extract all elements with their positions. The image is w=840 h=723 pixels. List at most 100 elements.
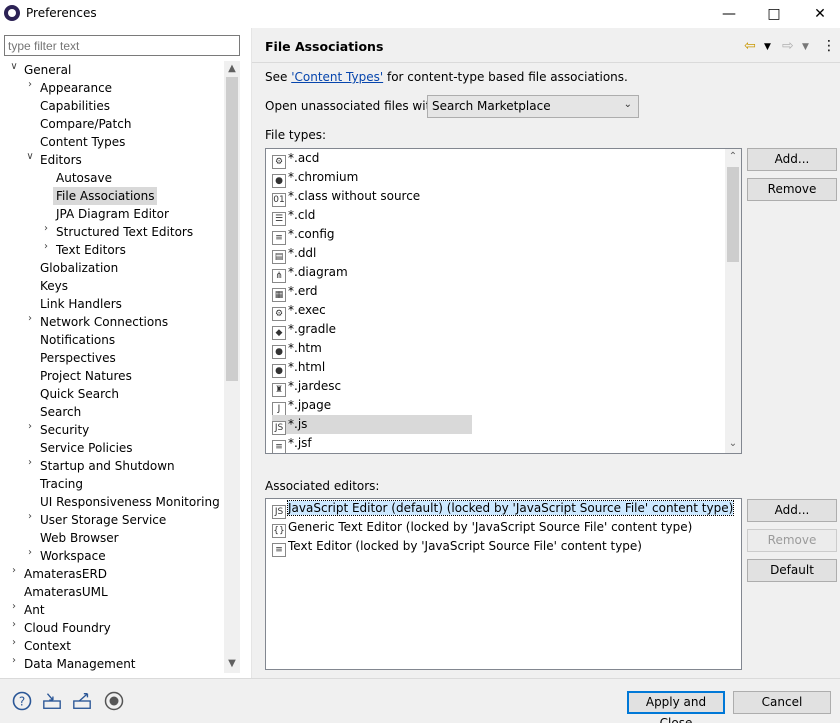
tree-item-context[interactable]: Context: [24, 637, 71, 655]
tree-item-data-management[interactable]: Data Management: [24, 655, 136, 673]
expand-chevron-icon[interactable]: ›: [24, 547, 36, 565]
tree-item-amateraserd[interactable]: AmaterasERD: [24, 565, 107, 583]
back-dropdown-icon[interactable]: ▼: [764, 42, 771, 52]
associated-editor-row[interactable]: JS JavaScript Editor (default) (locked by…: [272, 499, 735, 519]
file-types-scrollbar[interactable]: ⌃ ⌄: [725, 149, 741, 453]
scroll-up-icon[interactable]: ▲: [225, 62, 239, 76]
tree-item-autosave[interactable]: Autosave: [56, 169, 112, 187]
minimize-button[interactable]: —: [706, 0, 752, 28]
tree-item-general[interactable]: General: [24, 61, 71, 79]
filter-input[interactable]: [4, 35, 240, 56]
associated-editor-row[interactable]: ≡ Text Editor (locked by 'JavaScript Sour…: [272, 537, 642, 557]
expand-chevron-icon[interactable]: ›: [8, 565, 20, 583]
associated-editors-list[interactable]: JS JavaScript Editor (default) (locked by…: [265, 498, 742, 670]
tree-item-web-browser[interactable]: Web Browser: [40, 529, 119, 547]
file-type-row[interactable]: 01 *.class without source: [272, 187, 420, 207]
expand-chevron-icon[interactable]: ›: [40, 241, 52, 259]
file-type-row[interactable]: ● *.chromium: [272, 168, 358, 188]
scroll-down-icon[interactable]: ⌄: [726, 437, 740, 451]
add-editor-button[interactable]: Add...: [747, 499, 837, 522]
tree-scrollbar-thumb[interactable]: [226, 77, 238, 381]
file-type-row[interactable]: ♜ *.jardesc: [272, 377, 341, 397]
tree-item-user-storage-service[interactable]: User Storage Service: [40, 511, 166, 529]
file-type-row[interactable]: ⋔ *.diagram: [272, 263, 348, 283]
file-type-row[interactable]: ≡ *.config: [272, 225, 335, 245]
open-unassociated-select[interactable]: Search Marketplace ⌄: [427, 95, 639, 118]
close-button[interactable]: ✕: [797, 0, 840, 28]
tree-item-service-policies[interactable]: Service Policies: [40, 439, 133, 457]
file-type-row[interactable]: ⚙ *.acd: [272, 149, 319, 169]
tree-item-project-natures[interactable]: Project Natures: [40, 367, 132, 385]
tree-item-security[interactable]: Security: [40, 421, 89, 439]
tree-scrollbar[interactable]: ▲ ▼: [224, 61, 240, 673]
collapse-chevron-icon[interactable]: ∨: [24, 151, 36, 169]
file-type-row[interactable]: ☰ *.cld: [272, 206, 315, 226]
file-types-scrollbar-thumb[interactable]: [727, 167, 739, 262]
tree-item-perspectives[interactable]: Perspectives: [40, 349, 116, 367]
file-type-row[interactable]: ● *.html: [272, 358, 325, 378]
tree-item-workspace[interactable]: Workspace: [40, 547, 106, 565]
tree-item-quick-search[interactable]: Quick Search: [40, 385, 119, 403]
file-type-row[interactable]: ▤ *.ddl: [272, 244, 316, 264]
file-type-row[interactable]: ◆ *.gradle: [272, 320, 336, 340]
expand-chevron-icon[interactable]: ›: [24, 421, 36, 439]
forward-dropdown-icon[interactable]: ▼: [802, 42, 809, 52]
tree-item-appearance[interactable]: Appearance: [40, 79, 112, 97]
tree-item-tracing[interactable]: Tracing: [40, 475, 83, 493]
expand-chevron-icon[interactable]: ›: [24, 457, 36, 475]
help-icon[interactable]: ?: [12, 691, 32, 711]
expand-chevron-icon[interactable]: ›: [8, 601, 20, 619]
tree-item-structured-text-editors[interactable]: Structured Text Editors: [56, 223, 193, 241]
scroll-up-icon[interactable]: ⌃: [726, 150, 740, 164]
expand-chevron-icon[interactable]: ›: [24, 79, 36, 97]
tree-item-link-handlers[interactable]: Link Handlers: [40, 295, 122, 313]
file-type-row[interactable]: ▦ *.erd: [272, 282, 318, 302]
tree-item-editors[interactable]: Editors: [40, 151, 82, 169]
tree-item-ui-responsiveness-monitoring[interactable]: UI Responsiveness Monitoring: [40, 493, 220, 511]
apply-and-close-button[interactable]: Apply and Close: [627, 691, 725, 723]
tree-item-ant[interactable]: Ant: [24, 601, 45, 619]
export-icon[interactable]: [72, 691, 92, 711]
cancel-button[interactable]: Cancel: [733, 691, 831, 714]
expand-chevron-icon[interactable]: ›: [8, 619, 20, 637]
tree-item-globalization[interactable]: Globalization: [40, 259, 118, 277]
tree-item-notifications[interactable]: Notifications: [40, 331, 115, 349]
tree-item-capabilities[interactable]: Capabilities: [40, 97, 110, 115]
tree-item-search[interactable]: Search: [40, 403, 81, 421]
forward-arrow-icon[interactable]: ⇨: [782, 38, 794, 54]
expand-chevron-icon[interactable]: ›: [8, 637, 20, 655]
expand-chevron-icon[interactable]: ›: [8, 655, 20, 673]
tree-item-keys[interactable]: Keys: [40, 277, 68, 295]
default-editor-button[interactable]: Default: [747, 559, 837, 582]
maximize-button[interactable]: □: [751, 0, 797, 28]
file-type-row[interactable]: JS *.js: [272, 415, 472, 435]
expand-chevron-icon[interactable]: ›: [40, 223, 52, 241]
tree-item-amaterasuml[interactable]: AmaterasUML: [24, 583, 108, 601]
tree-item-cloud-foundry[interactable]: Cloud Foundry: [24, 619, 111, 637]
content-types-link[interactable]: 'Content Types': [291, 70, 383, 84]
file-type-row[interactable]: ● *.htm: [272, 339, 322, 359]
expand-chevron-icon[interactable]: ›: [24, 511, 36, 529]
tree-item-file-associations[interactable]: File Associations: [53, 187, 158, 205]
tree-item-jpa-diagram-editor[interactable]: JPA Diagram Editor: [56, 205, 169, 223]
add-file-type-button[interactable]: Add...: [747, 148, 837, 171]
associated-editor-row[interactable]: {} Generic Text Editor (locked by 'JavaSc…: [272, 518, 692, 538]
tree-item-startup-and-shutdown[interactable]: Startup and Shutdown: [40, 457, 175, 475]
file-types-list[interactable]: ⚙ *.acd ● *.chromium 01 *.class without sourc…: [265, 148, 742, 454]
remove-editor-button[interactable]: Remove: [747, 529, 837, 552]
tree-item-network-connections[interactable]: Network Connections: [40, 313, 168, 331]
remove-file-type-button[interactable]: Remove: [747, 178, 837, 201]
import-icon[interactable]: [42, 691, 62, 711]
tree-item-content-types[interactable]: Content Types: [40, 133, 125, 151]
view-menu-icon[interactable]: ⋮: [822, 38, 836, 54]
collapse-chevron-icon[interactable]: ∨: [8, 61, 20, 79]
record-icon[interactable]: [104, 691, 124, 711]
file-type-row[interactable]: J *.jpage: [272, 396, 331, 416]
file-type-row[interactable]: ≡ *.jsf: [272, 434, 312, 453]
tree-item-compare-patch[interactable]: Compare/Patch: [40, 115, 131, 133]
tree-item-text-editors[interactable]: Text Editors: [56, 241, 126, 259]
back-arrow-icon[interactable]: ⇦: [744, 38, 756, 54]
scroll-down-icon[interactable]: ▼: [225, 657, 239, 671]
expand-chevron-icon[interactable]: ›: [24, 313, 36, 331]
file-type-row[interactable]: ⚙ *.exec: [272, 301, 326, 321]
